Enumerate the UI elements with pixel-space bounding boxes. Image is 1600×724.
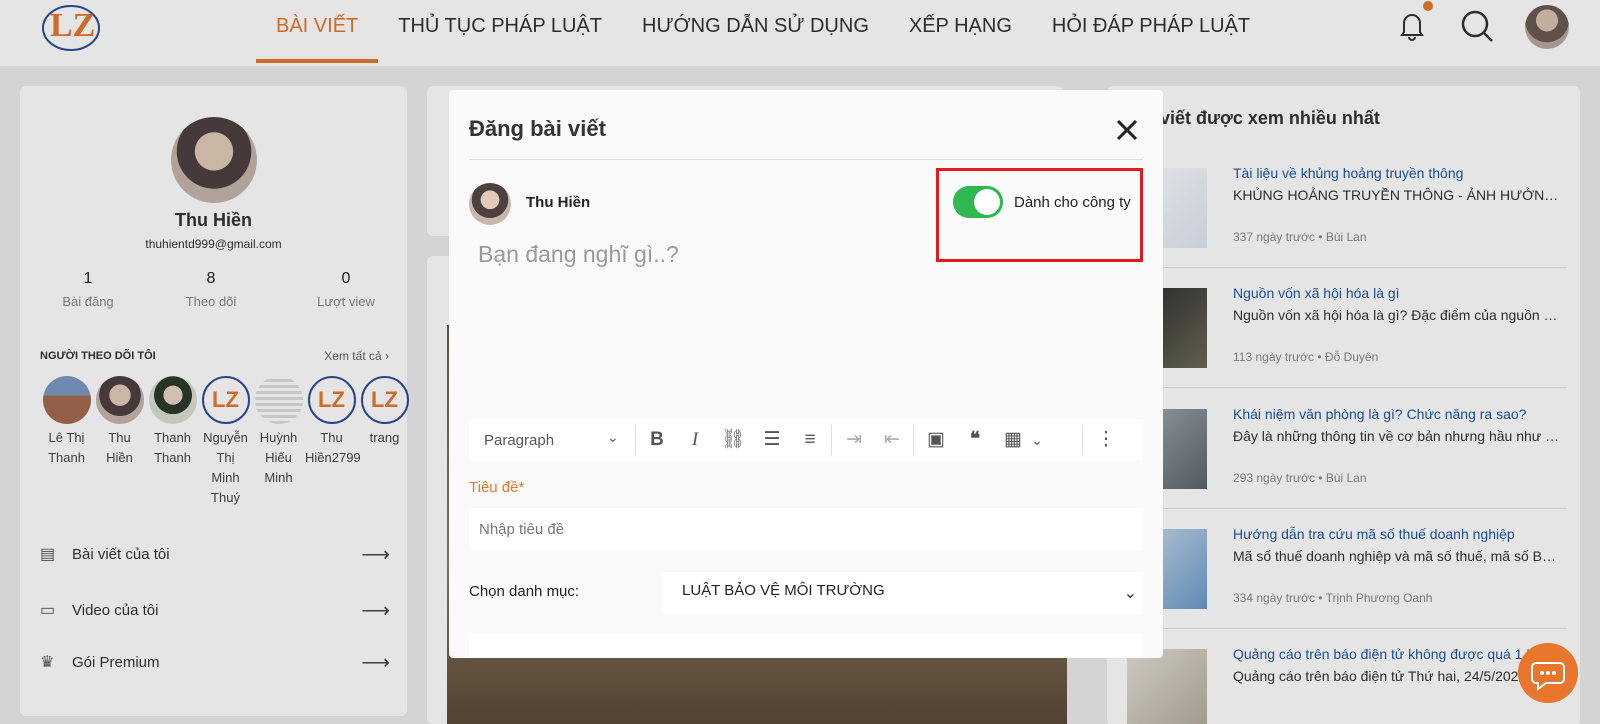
table-icon[interactable]: ▦ (1000, 428, 1026, 452)
author-name: Thu Hiền (526, 194, 591, 211)
toolbar-separator (635, 425, 636, 455)
title-label: Tiêu đề* (469, 479, 525, 496)
title-input[interactable] (469, 508, 1143, 550)
numbered-list-icon[interactable]: ≡ (797, 428, 823, 452)
author-avatar (469, 183, 511, 225)
create-post-modal: Đăng bài viết Thu Hiền Dành cho công ty … (449, 90, 1163, 658)
indent-icon[interactable]: ⇥ (841, 428, 867, 452)
close-icon[interactable] (1115, 118, 1139, 142)
outdent-icon[interactable]: ⇤ (879, 428, 905, 452)
company-toggle[interactable] (953, 186, 1003, 218)
bold-icon[interactable]: B (644, 428, 670, 452)
image-icon[interactable]: ▣ (923, 428, 949, 452)
modal-title: Đăng bài viết (469, 116, 606, 141)
category-select[interactable]: LUẬT BẢO VỆ MÔI TRƯỜNG ⌄ (662, 572, 1143, 614)
more-options-icon[interactable]: ⋮ (1093, 428, 1119, 452)
editor-toolbar: Paragraph ⌄ B I ⛓ ☰ ≡ ⇥ ⇤ ▣ ❝ ▦ ⌄ ⋮ (469, 419, 1143, 461)
chevron-down-icon: ⌄ (1123, 585, 1137, 602)
link-icon[interactable]: ⛓ (720, 428, 746, 452)
divider (469, 159, 1143, 160)
chat-icon[interactable] (1518, 643, 1578, 703)
quote-icon[interactable]: ❝ (962, 428, 988, 452)
toolbar-separator (913, 425, 914, 455)
bullet-list-icon[interactable]: ☰ (759, 428, 785, 452)
toolbar-separator (1082, 425, 1083, 455)
company-toggle-label: Dành cho công ty (1014, 194, 1131, 211)
category-value: LUẬT BẢO VỆ MÔI TRƯỜNG (682, 582, 885, 599)
post-content-editor[interactable]: Bạn đang nghĩ gì..? (478, 241, 679, 268)
chevron-down-icon[interactable]: ⌄ (607, 429, 619, 446)
category-label: Chọn danh mục: (469, 583, 580, 600)
extra-section (469, 633, 1143, 658)
italic-icon[interactable]: I (682, 428, 708, 452)
chevron-down-icon[interactable]: ⌄ (1024, 428, 1050, 452)
paragraph-select[interactable]: Paragraph (484, 432, 554, 449)
toolbar-separator (831, 425, 832, 455)
